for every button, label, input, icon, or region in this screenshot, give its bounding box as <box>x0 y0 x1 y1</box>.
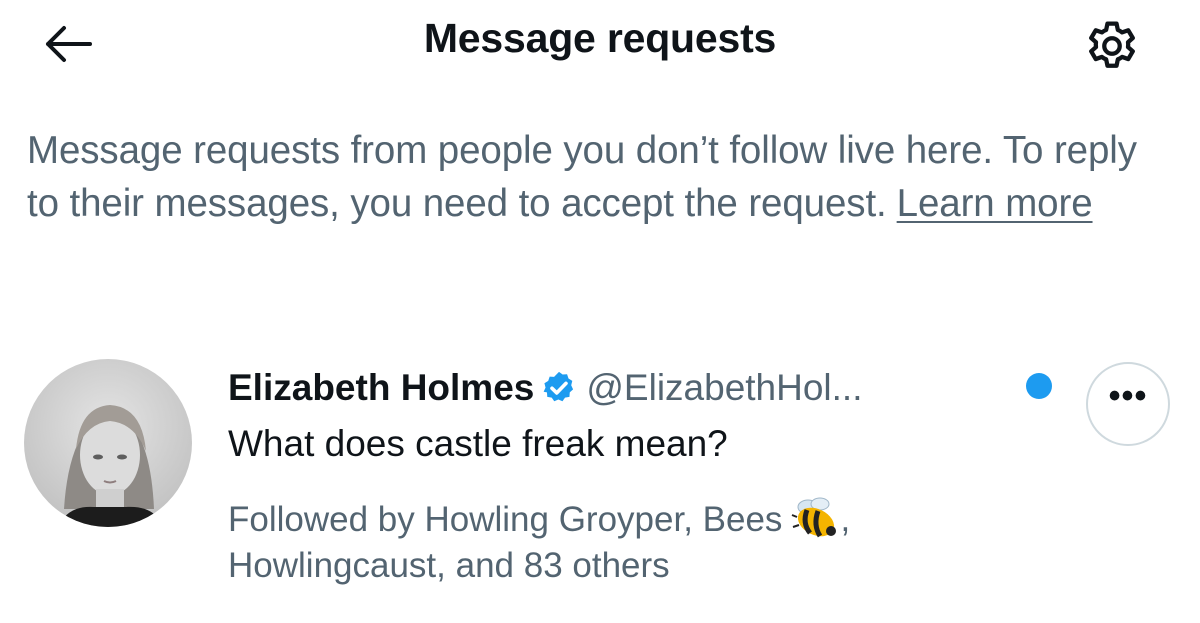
verified-badge-icon <box>544 372 574 402</box>
user-handle: @ElizabethHol... <box>586 367 863 409</box>
more-options-button[interactable]: ••• <box>1086 362 1170 446</box>
message-preview: What does castle freak mean? <box>228 423 728 464</box>
message-request-item[interactable]: Elizabeth Holmes @ElizabethHol... What d… <box>0 345 1200 605</box>
avatar[interactable] <box>24 359 192 527</box>
display-name: Elizabeth Holmes <box>228 367 535 409</box>
unread-indicator <box>1026 373 1052 399</box>
gear-icon <box>1089 21 1135 68</box>
settings-button[interactable] <box>1078 14 1146 78</box>
learn-more-link[interactable]: Learn more <box>897 182 1093 225</box>
followed-by-prefix: Followed by Howling Groyper, Bees <box>228 500 783 539</box>
avatar-photo <box>24 359 192 527</box>
followed-by-text: Followed by Howling Groyper, Bees , Howl… <box>228 495 988 589</box>
more-options-icon: ••• <box>1108 377 1148 415</box>
page-title: Message requests <box>423 15 777 61</box>
bee-emoji-icon <box>792 497 837 538</box>
info-text: Message requests from people you don’t f… <box>27 125 1177 230</box>
sender-name-line: Elizabeth Holmes @ElizabethHol... <box>228 365 863 409</box>
top-bar: Message requests <box>0 0 1200 90</box>
